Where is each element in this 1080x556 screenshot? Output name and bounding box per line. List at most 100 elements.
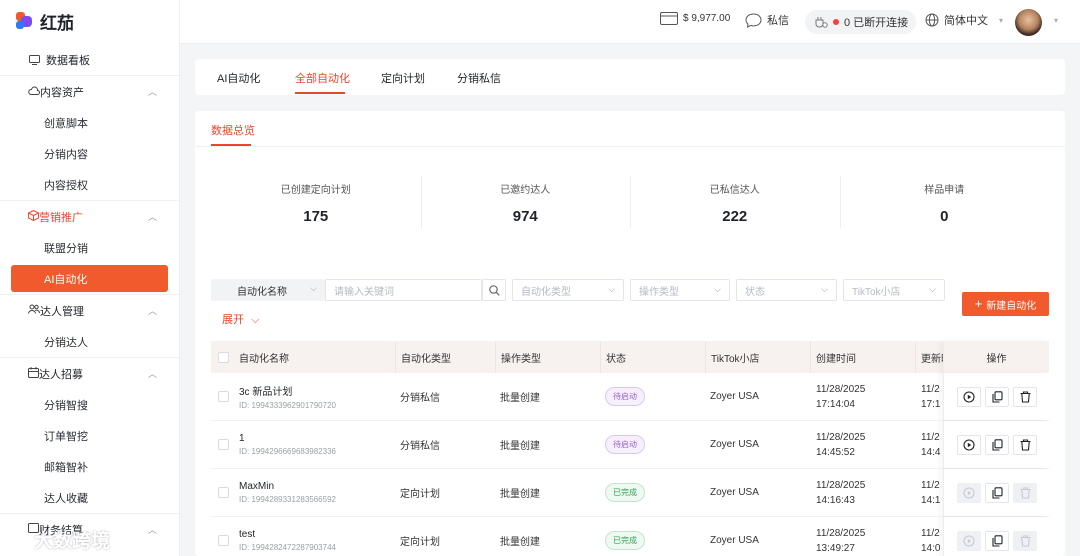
operation-type: 批量创建	[500, 489, 540, 500]
new-automation-button[interactable]: + 新建自动化	[962, 292, 1049, 316]
sidebar-item-order-mining[interactable]: 订单智挖	[0, 420, 179, 451]
stat-invited-creators: 已邀约达人 974	[420, 174, 631, 234]
delete-button[interactable]	[1013, 482, 1037, 503]
shop-name: Zoyer USA	[710, 391, 759, 402]
copy-icon	[991, 534, 1003, 547]
status-badge: 已完成	[605, 483, 645, 502]
copy-button[interactable]	[985, 434, 1009, 455]
automation-type: 定向计划	[400, 537, 440, 548]
language-selector[interactable]: 简体中文 ▾	[925, 12, 1003, 28]
shop-name: Zoyer USA	[710, 535, 759, 546]
tab-distribution-dm[interactable]: 分销私信	[457, 70, 501, 86]
updated-date: 11/2	[921, 527, 940, 539]
messages-button[interactable]: 私信	[745, 12, 789, 28]
sidebar-item-affiliate[interactable]: 联盟分销	[0, 232, 179, 263]
created-date: 11/28/2025	[816, 431, 866, 443]
top-tabs: AI自动化 全部自动化 定向计划 分销私信	[195, 59, 1065, 95]
table-row[interactable]: 3c 新品计划 ID: 1994333962901790720 分销私信 批量创建 待启…	[211, 373, 1049, 421]
sidebar-item-smart-search[interactable]: 分销智搜	[0, 389, 179, 420]
delete-button[interactable]	[1013, 530, 1037, 551]
start-button[interactable]	[957, 530, 981, 551]
updated-date: 11/2	[921, 383, 940, 395]
operation-type-select[interactable]: 操作类型 ⌵	[630, 279, 730, 301]
sidebar-group-label: 达人招募	[39, 368, 83, 381]
automation-type: 分销私信	[400, 393, 440, 404]
connection-status[interactable]: 0 已断开连接	[805, 10, 917, 34]
start-button[interactable]	[957, 482, 981, 503]
sidebar-item-dashboard[interactable]: 数据看板	[0, 44, 179, 75]
copy-button[interactable]	[985, 530, 1009, 551]
balance-value: $ 9,977.00	[683, 13, 731, 24]
sidebar-group-marketing[interactable]: 营销推广 ︿	[0, 201, 179, 232]
operation-type: 批量创建	[500, 441, 540, 452]
plus-icon: +	[974, 296, 983, 311]
table-row[interactable]: MaxMin ID: 1994289331283566592 定向计划 批量创建 已完成…	[211, 469, 1049, 517]
sidebar-group-creator-management[interactable]: 达人管理 ︿	[0, 295, 179, 326]
sidebar-group-content[interactable]: 内容资产 ︿	[0, 76, 179, 107]
shop-name: Zoyer USA	[710, 487, 759, 498]
chevron-down-icon[interactable]: ▾	[1054, 16, 1058, 25]
wallet-icon	[660, 12, 678, 25]
chevron-down-icon: ⌵	[821, 284, 828, 294]
copy-button[interactable]	[985, 482, 1009, 503]
sidebar-item-distribution-content[interactable]: 分销内容	[0, 138, 179, 169]
created-time: 17:14:04	[816, 398, 855, 410]
avatar[interactable]	[1015, 9, 1042, 36]
tab-targeted-plan[interactable]: 定向计划	[381, 70, 425, 86]
copy-button[interactable]	[985, 386, 1009, 407]
messages-label: 私信	[767, 15, 789, 27]
col-status: 状态	[600, 341, 626, 373]
start-button[interactable]	[957, 434, 981, 455]
table-row[interactable]: 1 ID: 1994296669683982336 分销私信 批量创建 待启动 Zoyer…	[211, 421, 1049, 469]
automation-name[interactable]: 3c 新品计划	[239, 383, 336, 398]
sidebar-item-distribution-creators[interactable]: 分销达人	[0, 326, 179, 357]
sidebar-item-creative-script[interactable]: 创意脚本	[0, 107, 179, 138]
automation-table: 自动化名称 自动化类型 操作类型 状态 TikTok小店 创建时间 更新时 操作…	[211, 341, 1049, 556]
automation-type: 定向计划	[400, 489, 440, 500]
watermark: 大数跨境	[8, 526, 110, 553]
status-badge: 已完成	[605, 531, 645, 550]
row-checkbox[interactable]	[218, 487, 229, 498]
stat-sample-requests: 样品申请 0	[839, 174, 1050, 234]
logo-icon	[16, 12, 34, 30]
table-row[interactable]: test ID: 1994282472287903744 定向计划 批量创建 已完成 Zo…	[211, 517, 1049, 556]
delete-button[interactable]	[1013, 434, 1037, 455]
stat-targeted-plans: 已创建定向计划 175	[280, 185, 351, 225]
start-button[interactable]	[957, 386, 981, 407]
row-checkbox[interactable]	[218, 535, 229, 546]
row-actions	[943, 373, 1049, 420]
copy-icon	[991, 390, 1003, 403]
delete-button[interactable]	[1013, 386, 1037, 407]
shop-select[interactable]: TikTok小店 ⌵	[843, 279, 945, 301]
row-checkbox[interactable]	[218, 439, 229, 450]
status-select[interactable]: 状态 ⌵	[736, 279, 837, 301]
sidebar-item-email-fill[interactable]: 邮箱智补	[0, 451, 179, 482]
sidebar-item-ai-automation[interactable]: AI自动化	[11, 265, 168, 292]
created-date: 11/28/2025	[816, 479, 866, 491]
search-button[interactable]	[482, 279, 506, 301]
sidebar-group-creator-recruit[interactable]: 达人招募 ︿	[0, 358, 179, 389]
created-time: 14:45:52	[816, 446, 855, 458]
sidebar-group-label: 达人管理	[40, 305, 84, 318]
tab-all-automation[interactable]: 全部自动化	[295, 70, 350, 86]
expand-filters-toggle[interactable]: 展开 ⌵	[222, 311, 259, 327]
select-all-checkbox[interactable]	[218, 351, 229, 363]
language-label: 简体中文	[944, 15, 988, 27]
tab-ai-automation[interactable]: AI自动化	[217, 70, 260, 86]
automation-name[interactable]: 1	[239, 433, 336, 444]
shop-name: Zoyer USA	[710, 439, 759, 450]
automation-type-select[interactable]: 自动化类型 ⌵	[512, 279, 624, 301]
automation-name[interactable]: MaxMin	[239, 481, 336, 492]
chevron-down-icon: ⌵	[929, 284, 936, 294]
keyword-input[interactable]: 请输入关键词	[325, 279, 482, 301]
tab-data-overview[interactable]: 数据总览	[211, 122, 255, 138]
balance-display[interactable]: $ 9,977.00	[660, 12, 730, 25]
logo[interactable]: 红茄	[0, 0, 179, 42]
sidebar-item-creator-favorites[interactable]: 达人收藏	[0, 482, 179, 513]
automation-name[interactable]: test	[239, 529, 336, 540]
field-select[interactable]: 自动化名称 ⌵	[211, 279, 325, 301]
disconnected-dot-icon	[833, 19, 839, 25]
row-checkbox[interactable]	[218, 391, 229, 402]
sidebar-item-content-license[interactable]: 内容授权	[0, 169, 179, 200]
col-op-type: 操作类型	[495, 341, 541, 373]
